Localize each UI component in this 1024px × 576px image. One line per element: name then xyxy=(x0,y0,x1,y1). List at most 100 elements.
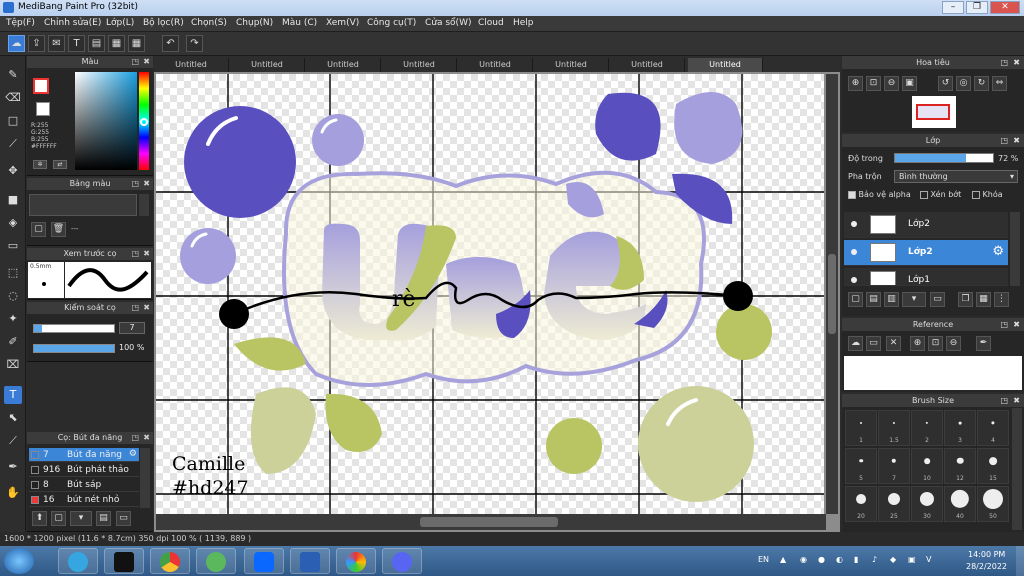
operation-tool-icon[interactable]: ⬉ xyxy=(4,409,22,427)
layer-row[interactable]: Lớp1 xyxy=(844,268,1008,286)
tab-7[interactable]: Untitled xyxy=(610,58,685,72)
add-brush-icon[interactable]: ⬆ xyxy=(32,511,47,526)
clock-time[interactable]: 14:00 PM xyxy=(968,550,1005,559)
new-layer-icon[interactable]: ▢ xyxy=(848,292,863,307)
palette-scrollbar[interactable] xyxy=(139,194,149,216)
layer-row-selected[interactable]: Lớp2 ⚙ xyxy=(844,240,1008,266)
taskbar-app-word[interactable] xyxy=(290,548,330,574)
rotate-left-icon[interactable]: ↺ xyxy=(938,76,953,91)
clipping-checkbox[interactable]: Xén bớt xyxy=(920,190,961,199)
clock-date[interactable]: 28/2/2022 xyxy=(966,562,1007,571)
zoom-in-icon[interactable]: ⊕ xyxy=(848,76,863,91)
page-icon[interactable]: ▤ xyxy=(88,35,105,52)
merge-layer-icon[interactable]: ▦ xyxy=(976,292,991,307)
undo-icon[interactable]: ↶ xyxy=(162,35,179,52)
actual-size-icon[interactable]: ▣ xyxy=(902,76,917,91)
menu-edit[interactable]: Chỉnh sửa(E) xyxy=(44,18,101,28)
rotate-right-icon[interactable]: ↻ xyxy=(974,76,989,91)
tab-5[interactable]: Untitled xyxy=(458,58,533,72)
menu-view[interactable]: Xem(V) xyxy=(326,18,359,28)
line-tool-icon[interactable]: ⟋ xyxy=(4,135,22,153)
brush-size-cell[interactable]: 10 xyxy=(911,448,943,484)
brush-row-multipurpose[interactable]: 7 Bút đa năng ⚙ xyxy=(29,448,139,462)
brush-size-cell[interactable]: 30 xyxy=(911,486,943,522)
maximize-button[interactable]: ❐ xyxy=(966,1,988,14)
minimize-button[interactable]: – xyxy=(942,1,964,14)
hand-tool-icon[interactable]: ✋ xyxy=(4,484,22,502)
layer-opacity-slider[interactable] xyxy=(894,153,994,163)
layer-row[interactable]: Lớp2 xyxy=(844,212,1008,238)
color-wheel-button[interactable]: ✲ xyxy=(33,160,47,169)
primary-color-swatch[interactable] xyxy=(33,78,49,94)
menu-help[interactable]: Help xyxy=(513,18,534,28)
start-button[interactable] xyxy=(4,548,34,574)
navigator-thumbnail[interactable] xyxy=(912,96,956,128)
tab-6[interactable]: Untitled xyxy=(534,58,609,72)
tab-3[interactable]: Untitled xyxy=(306,58,381,72)
zoom-fit-icon[interactable]: ⊡ xyxy=(866,76,881,91)
layer-more-icon[interactable]: ⋮ xyxy=(994,292,1009,307)
close-ref-icon[interactable]: ✕ xyxy=(886,336,901,351)
taskbar-app-zalo[interactable] xyxy=(244,548,284,574)
comment-icon[interactable]: ✉ xyxy=(48,35,65,52)
panel-icon[interactable]: ▦ xyxy=(108,35,125,52)
menu-layer[interactable]: Lớp(L) xyxy=(106,18,134,28)
brush-row-sketch[interactable]: 916 Bút phát thảo xyxy=(29,463,139,477)
taskbar-app-capcut[interactable] xyxy=(104,548,144,574)
move-tool-icon[interactable]: ✥ xyxy=(4,162,22,180)
tray-app-icon[interactable]: ● xyxy=(818,555,825,564)
tray-app-icon[interactable]: ◆ xyxy=(890,555,896,564)
bucket-tool-icon[interactable]: ◈ xyxy=(4,214,22,232)
brush-size-value[interactable]: 7 xyxy=(119,322,145,334)
brush-size-cell[interactable]: 50 xyxy=(977,486,1009,522)
brush-size-cell[interactable]: 4 xyxy=(977,410,1009,446)
popout-icon[interactable]: ◳ xyxy=(131,178,139,190)
dropper-icon[interactable]: ✒ xyxy=(4,458,22,476)
menu-tools[interactable]: Công cụ(T) xyxy=(367,18,416,28)
menu-cloud[interactable]: Cloud xyxy=(478,18,504,28)
reset-rotate-icon[interactable]: ◎ xyxy=(956,76,971,91)
tray-app-icon[interactable]: ◐ xyxy=(836,555,843,564)
brush-tool-icon[interactable]: ✎ xyxy=(4,66,22,84)
canvas-horizontal-scrollbar[interactable] xyxy=(156,514,826,530)
brush-size-cell[interactable]: 12 xyxy=(944,448,976,484)
select-eraser-icon[interactable]: ⌧ xyxy=(4,356,22,374)
close-icon[interactable]: ✖ xyxy=(143,178,150,190)
brush-size-cell[interactable]: 2 xyxy=(911,410,943,446)
brush-size-cell[interactable]: 1 xyxy=(845,410,877,446)
brush-size-cell[interactable]: 5 xyxy=(845,448,877,484)
menu-filter[interactable]: Bộ lọc(R) xyxy=(143,18,184,28)
delete-palette-icon[interactable]: 🗑 xyxy=(51,222,66,237)
network-icon[interactable]: ▮ xyxy=(854,555,858,564)
brush-row-fine[interactable]: 16 bút nét nhỏ xyxy=(29,493,139,507)
language-indicator[interactable]: EN xyxy=(758,555,769,564)
secondary-color-swatch[interactable] xyxy=(36,102,50,116)
layer-folder-icon[interactable]: ▭ xyxy=(930,292,945,307)
color-swap-button[interactable]: ⇄ xyxy=(53,160,67,169)
brush-folder-icon[interactable]: ▭ xyxy=(116,511,131,526)
visibility-icon[interactable] xyxy=(851,221,857,227)
layer-scrollbar[interactable] xyxy=(1010,212,1020,286)
brush-row-crayon[interactable]: 8 Bút sáp xyxy=(29,478,139,492)
tab-2[interactable]: Untitled xyxy=(230,58,305,72)
drawing-canvas[interactable]: rè Camille #hd247 xyxy=(156,74,824,514)
eraser-tool-icon[interactable]: ⌫ xyxy=(4,89,22,107)
volume-icon[interactable]: ♪ xyxy=(872,555,877,564)
select-pen-icon[interactable]: ✐ xyxy=(4,333,22,351)
show-desktop-button[interactable] xyxy=(1016,546,1024,576)
close-button[interactable]: ✕ xyxy=(990,1,1020,14)
menu-select[interactable]: Chọn(S) xyxy=(191,18,227,28)
new-halftone-layer-icon[interactable]: ▤ xyxy=(866,292,881,307)
taskbar-app-chrome[interactable] xyxy=(150,548,190,574)
reference-area[interactable] xyxy=(844,356,1022,390)
brush-size-cell[interactable]: 15 xyxy=(977,448,1009,484)
text-icon[interactable]: T xyxy=(68,35,85,52)
brush-size-cell[interactable]: 20 xyxy=(845,486,877,522)
ref-eyedropper-icon[interactable]: ✒ xyxy=(976,336,991,351)
layer-gear-icon[interactable]: ⚙ xyxy=(992,244,1004,259)
tray-app-icon[interactable]: ◉ xyxy=(800,555,807,564)
brush-size-cell[interactable]: 25 xyxy=(878,486,910,522)
ref-zoom-out-icon[interactable]: ⊖ xyxy=(946,336,961,351)
hue-handle[interactable] xyxy=(140,118,148,126)
ref-zoom-in-icon[interactable]: ⊕ xyxy=(910,336,925,351)
